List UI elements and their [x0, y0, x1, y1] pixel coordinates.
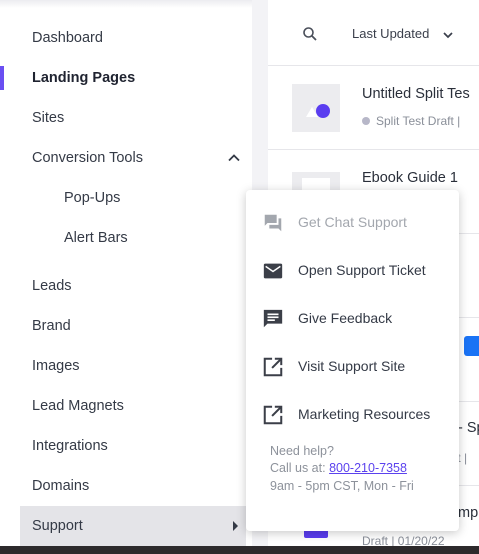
page-status: Draft | 01/20/22: [362, 534, 445, 546]
sidebar-item-alert-bars[interactable]: Alert Bars: [0, 218, 252, 258]
chevron-down-icon[interactable]: [442, 29, 454, 41]
action-button[interactable]: [464, 336, 479, 356]
external-link-icon: [263, 405, 283, 425]
sidebar-item-leads[interactable]: Leads: [0, 266, 252, 306]
sidebar-item-conversion-tools[interactable]: Conversion Tools: [0, 138, 252, 178]
menu-item-visit-support-site[interactable]: Visit Support Site: [246, 342, 459, 390]
sidebar-item-label: Conversion Tools: [32, 150, 143, 166]
sidebar-item-label: Images: [32, 358, 80, 374]
phone-link[interactable]: 800-210-7358: [329, 461, 407, 475]
search-icon[interactable]: [302, 26, 318, 42]
sidebar-item-label: Sites: [32, 110, 65, 126]
status-dot-icon: [362, 117, 370, 125]
table-row[interactable]: Untitled Split Tes Split Test Draft |: [268, 66, 479, 150]
sidebar-item-landing-pages[interactable]: Landing Pages: [0, 58, 252, 98]
sidebar-item-domains[interactable]: Domains: [0, 466, 252, 506]
page-title-partial: mp: [458, 505, 479, 521]
sidebar-top-shadow: [0, 0, 252, 8]
sidebar-item-label: Integrations: [32, 438, 108, 454]
sidebar-item-label: Dashboard: [32, 30, 103, 46]
sidebar-item-sites[interactable]: Sites: [0, 98, 252, 138]
caret-right-icon: [233, 521, 238, 531]
sidebar-item-label: Domains: [32, 478, 90, 494]
sidebar-nav: Dashboard Landing Pages Sites Conversion…: [0, 0, 252, 554]
chevron-up-icon[interactable]: [226, 150, 242, 166]
sidebar-item-dashboard[interactable]: Dashboard: [0, 18, 252, 58]
chat-icon: [264, 214, 282, 232]
help-phone-line: Call us at: 800-210-7358: [270, 461, 407, 475]
help-title: Need help?: [270, 444, 334, 458]
page-status: Split Test Draft |: [362, 114, 460, 128]
menu-item-marketing-resources[interactable]: Marketing Resources: [246, 390, 459, 438]
sidebar-item-integrations[interactable]: Integrations: [0, 426, 252, 466]
sort-dropdown[interactable]: Last Updated: [352, 26, 429, 41]
list-toolbar: Last Updated: [268, 0, 479, 66]
feedback-icon: [263, 309, 283, 328]
bottom-edge: [0, 546, 479, 554]
sidebar-item-label: Pop-Ups: [64, 190, 121, 206]
sidebar-item-label: Leads: [32, 278, 72, 294]
page-title-partial: - Sp: [458, 420, 479, 436]
split-test-thumbnail-icon: [306, 104, 330, 118]
sidebar-item-label: Brand: [32, 318, 71, 334]
help-hours: 9am - 5pm CST, Mon - Fri: [270, 479, 414, 493]
sidebar-item-images[interactable]: Images: [0, 346, 252, 386]
sidebar-item-pop-ups[interactable]: Pop-Ups: [0, 178, 252, 218]
sidebar-item-label: Support: [32, 518, 83, 534]
page-title[interactable]: Untitled Split Tes: [362, 86, 470, 102]
mail-icon: [263, 263, 283, 279]
sidebar-item-label: Landing Pages: [32, 70, 136, 86]
page-thumbnail: [292, 84, 340, 132]
sidebar-item-label: Lead Magnets: [32, 398, 124, 414]
support-menu: Get Chat Support Open Support Ticket Giv…: [246, 190, 459, 531]
menu-item-give-feedback[interactable]: Give Feedback: [246, 294, 459, 342]
menu-item-open-support-ticket[interactable]: Open Support Ticket: [246, 246, 459, 294]
sidebar-item-support[interactable]: Support: [20, 506, 246, 546]
external-link-icon: [263, 357, 283, 377]
sidebar-item-brand[interactable]: Brand: [0, 306, 252, 346]
menu-item-get-chat-support: Get Chat Support: [246, 198, 459, 246]
sidebar-item-label: Alert Bars: [64, 230, 128, 246]
page-title[interactable]: Ebook Guide 1: [362, 170, 458, 186]
sidebar-item-lead-magnets[interactable]: Lead Magnets: [0, 386, 252, 426]
